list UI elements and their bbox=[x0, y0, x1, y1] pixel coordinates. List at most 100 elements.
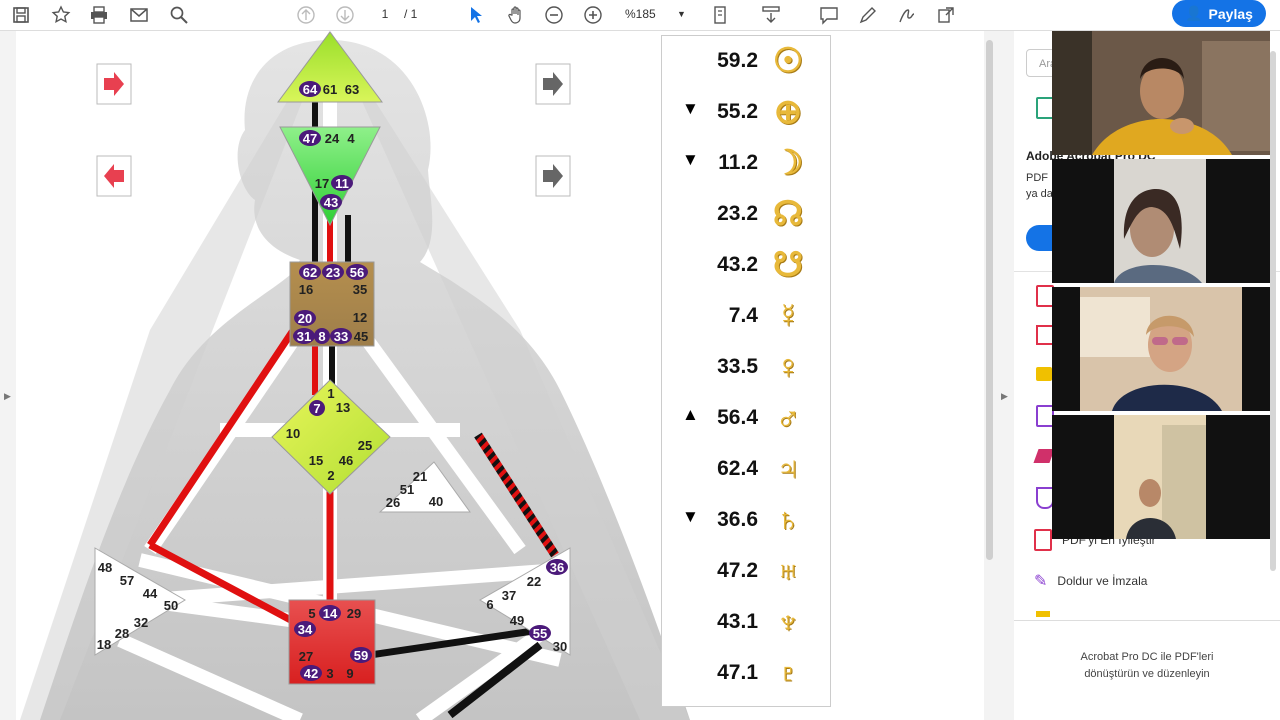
planet-row-moon: ▼ 11.2 ☽ bbox=[662, 138, 830, 188]
sun-icon: ☉ bbox=[772, 42, 804, 80]
print-icon[interactable] bbox=[88, 4, 110, 26]
panel-scrollbar[interactable] bbox=[1270, 51, 1276, 571]
planet-row-mercury: 7.4 ☿ bbox=[662, 291, 830, 341]
gate-28: 28 bbox=[115, 626, 129, 641]
gate-51: 51 bbox=[400, 482, 414, 497]
gate-44: 44 bbox=[143, 586, 158, 601]
comment-tool-icon[interactable] bbox=[1036, 367, 1052, 381]
gate-15: 15 bbox=[309, 453, 323, 468]
row-marker: ▲ bbox=[682, 405, 699, 424]
gate-30: 30 bbox=[553, 639, 567, 654]
document-scrollbar-thumb[interactable] bbox=[986, 40, 993, 560]
star-icon[interactable] bbox=[50, 4, 72, 26]
hand-icon[interactable] bbox=[505, 4, 527, 26]
add-user-icon: 👤 bbox=[1185, 5, 1203, 21]
fill-sign-item[interactable]: ✎ Doldur ve İmzala bbox=[1034, 571, 1147, 591]
panel-collapse-strip: ▶ bbox=[996, 31, 1015, 720]
save-icon[interactable] bbox=[10, 4, 32, 26]
gate-57: 57 bbox=[120, 573, 134, 588]
gate-2: 2 bbox=[327, 468, 334, 483]
planet-row-sun: 59.2 ☉ bbox=[662, 36, 830, 86]
document-page: 64 61 63 47 24 4 17 11 43 62 23 56 16 35… bbox=[16, 31, 984, 720]
jupiter-icon: ♃ bbox=[775, 450, 801, 488]
expand-left-icon[interactable]: ▶ bbox=[4, 391, 11, 402]
gate-62: 62 bbox=[303, 265, 317, 280]
gate-3: 3 bbox=[326, 666, 333, 681]
video-tile-3[interactable] bbox=[1052, 287, 1270, 411]
pluto-icon: ♇ bbox=[775, 654, 801, 692]
participant-video bbox=[1052, 31, 1270, 155]
gate-61: 61 bbox=[323, 82, 337, 97]
gate-11: 11 bbox=[335, 176, 349, 191]
gate-6: 6 bbox=[486, 597, 493, 612]
gate-18: 18 bbox=[97, 637, 111, 652]
zoom-out-icon[interactable] bbox=[543, 4, 565, 26]
page-up-icon[interactable] bbox=[295, 4, 317, 26]
mail-icon[interactable] bbox=[128, 4, 150, 26]
toolbar: 1 / 1 %185 ▼ 👤 Paylaş bbox=[0, 0, 1280, 31]
pen-icon[interactable] bbox=[857, 4, 879, 26]
video-tile-2[interactable] bbox=[1052, 159, 1270, 283]
zoom-select[interactable]: %185 ▼ bbox=[625, 5, 695, 23]
gate-16: 16 bbox=[299, 282, 313, 297]
planet-value: 62.4 bbox=[717, 457, 758, 480]
planet-value: 11.2 bbox=[718, 151, 758, 174]
gate-59: 59 bbox=[354, 648, 368, 663]
planet-value: 47.1 bbox=[717, 661, 758, 684]
earth-icon: ⊕ bbox=[773, 93, 803, 131]
gate-1: 1 bbox=[327, 386, 334, 401]
video-tile-4[interactable] bbox=[1052, 415, 1270, 539]
gate-13: 13 bbox=[336, 400, 350, 415]
chevron-down-icon: ▼ bbox=[677, 9, 686, 19]
gate-42: 42 bbox=[304, 666, 318, 681]
page-total: / 1 bbox=[404, 7, 418, 21]
saturn-icon: ♄ bbox=[775, 501, 801, 539]
footer-line-2: dönüştürün ve düzenleyin bbox=[1084, 668, 1210, 680]
sign-icon[interactable] bbox=[896, 4, 918, 26]
footer-line-1: Acrobat Pro DC ile PDF'leri bbox=[1080, 651, 1214, 663]
gate-7: 7 bbox=[313, 401, 320, 416]
scroll-mode-icon[interactable] bbox=[760, 4, 782, 26]
page-down-icon[interactable] bbox=[334, 4, 356, 26]
fit-page-icon[interactable] bbox=[710, 4, 732, 26]
planet-value: 43.1 bbox=[717, 610, 758, 633]
planet-value: 55.2 bbox=[717, 100, 758, 123]
mars-icon: ♂ bbox=[775, 399, 801, 437]
share-doc-icon[interactable] bbox=[935, 4, 957, 26]
participant-video bbox=[1052, 287, 1270, 411]
select-cursor-icon[interactable] bbox=[465, 4, 487, 26]
zoom-in-icon[interactable] bbox=[582, 4, 604, 26]
comment-icon[interactable] bbox=[818, 4, 840, 26]
gate-35: 35 bbox=[353, 282, 367, 297]
search-icon[interactable] bbox=[168, 4, 190, 26]
gate-33: 33 bbox=[334, 329, 348, 344]
collapse-panel-icon[interactable]: ▶ bbox=[1001, 391, 1008, 402]
gate-8: 8 bbox=[318, 329, 325, 344]
gate-20: 20 bbox=[298, 311, 312, 326]
gate-56: 56 bbox=[350, 265, 364, 280]
gate-17: 17 bbox=[315, 176, 329, 191]
fill-sign-icon: ✎ bbox=[1034, 573, 1048, 590]
share-button[interactable]: 👤 Paylaş bbox=[1172, 0, 1266, 27]
gate-40: 40 bbox=[429, 494, 443, 509]
gate-50: 50 bbox=[164, 598, 178, 613]
gate-47: 47 bbox=[303, 131, 317, 146]
planet-value: 23.2 bbox=[717, 202, 758, 225]
row-marker: ▼ bbox=[682, 507, 699, 526]
planet-row-venus: 33.5 ♀ bbox=[662, 342, 830, 392]
gate-31: 31 bbox=[297, 329, 311, 344]
row-marker: ▼ bbox=[682, 99, 699, 118]
gate-63: 63 bbox=[345, 82, 359, 97]
gate-21: 21 bbox=[413, 469, 427, 484]
gate-22: 22 bbox=[527, 574, 541, 589]
planet-row-pluto: 47.1 ♇ bbox=[662, 648, 830, 698]
gate-12: 12 bbox=[353, 310, 367, 325]
planet-value: 47.2 bbox=[717, 559, 758, 582]
page-number-input[interactable]: 1 bbox=[368, 5, 402, 23]
planet-row-neptune: 43.1 ♆ bbox=[662, 597, 830, 647]
more-tools-icon[interactable] bbox=[1036, 611, 1050, 617]
gate-46: 46 bbox=[339, 453, 353, 468]
gate-25: 25 bbox=[358, 438, 372, 453]
video-tile-1[interactable] bbox=[1052, 31, 1270, 155]
gate-27: 27 bbox=[299, 649, 313, 664]
